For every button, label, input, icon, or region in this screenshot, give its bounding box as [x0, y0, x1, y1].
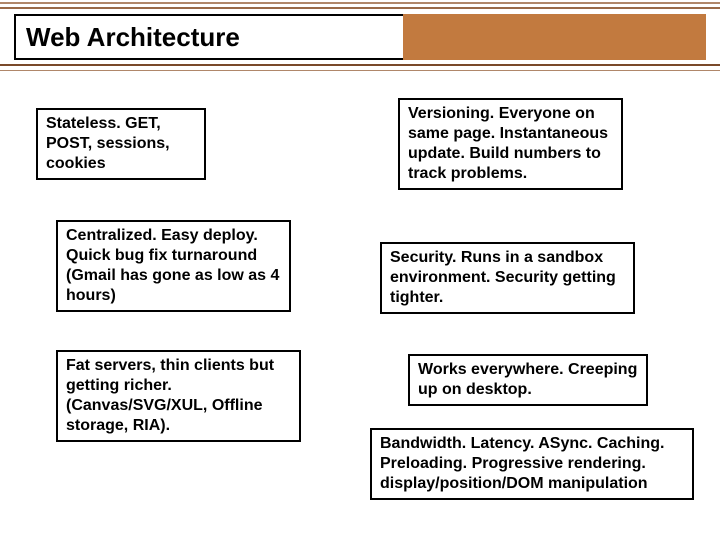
decor-rule	[0, 70, 720, 71]
decor-rule	[0, 7, 720, 9]
decor-rule	[0, 64, 720, 66]
slide-title: Web Architecture	[16, 16, 704, 59]
note-centralized: Centralized. Easy deploy. Quick bug fix …	[56, 220, 291, 312]
decor-rule	[0, 2, 720, 4]
note-fat-servers: Fat servers, thin clients but getting ri…	[56, 350, 301, 442]
note-security: Security. Runs in a sandbox environment.…	[380, 242, 635, 314]
slide-body: Stateless. GET, POST, sessions, cookies …	[0, 90, 720, 540]
note-bandwidth: Bandwidth. Latency. ASync. Caching. Prel…	[370, 428, 694, 500]
note-everywhere: Works everywhere. Creeping up on desktop…	[408, 354, 648, 406]
note-versioning: Versioning. Everyone on same page. Insta…	[398, 98, 623, 190]
title-container: Web Architecture	[14, 14, 706, 60]
note-stateless: Stateless. GET, POST, sessions, cookies	[36, 108, 206, 180]
